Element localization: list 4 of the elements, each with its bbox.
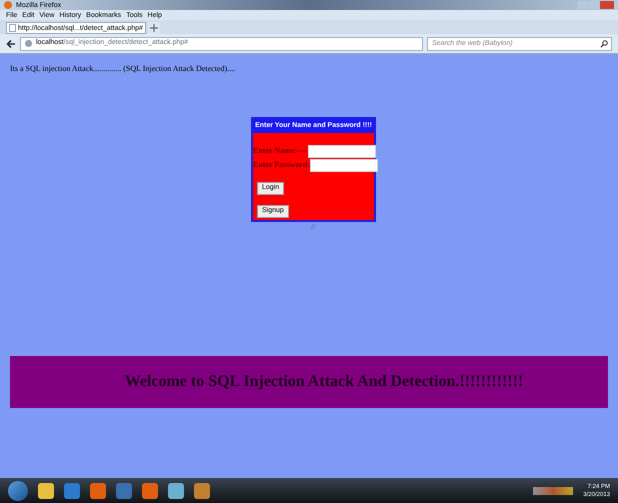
field-label: Enter Name:---- [253,145,308,157]
attack-message: Its a SQL injection Attack.............. (SQL Injection Attack Detected).... [10,63,236,75]
banner-text: Welcome to SQL Injection Attack And Detection.!!!!!!!!!!!! [124,372,524,392]
field-label: Enter Password: [253,159,310,171]
